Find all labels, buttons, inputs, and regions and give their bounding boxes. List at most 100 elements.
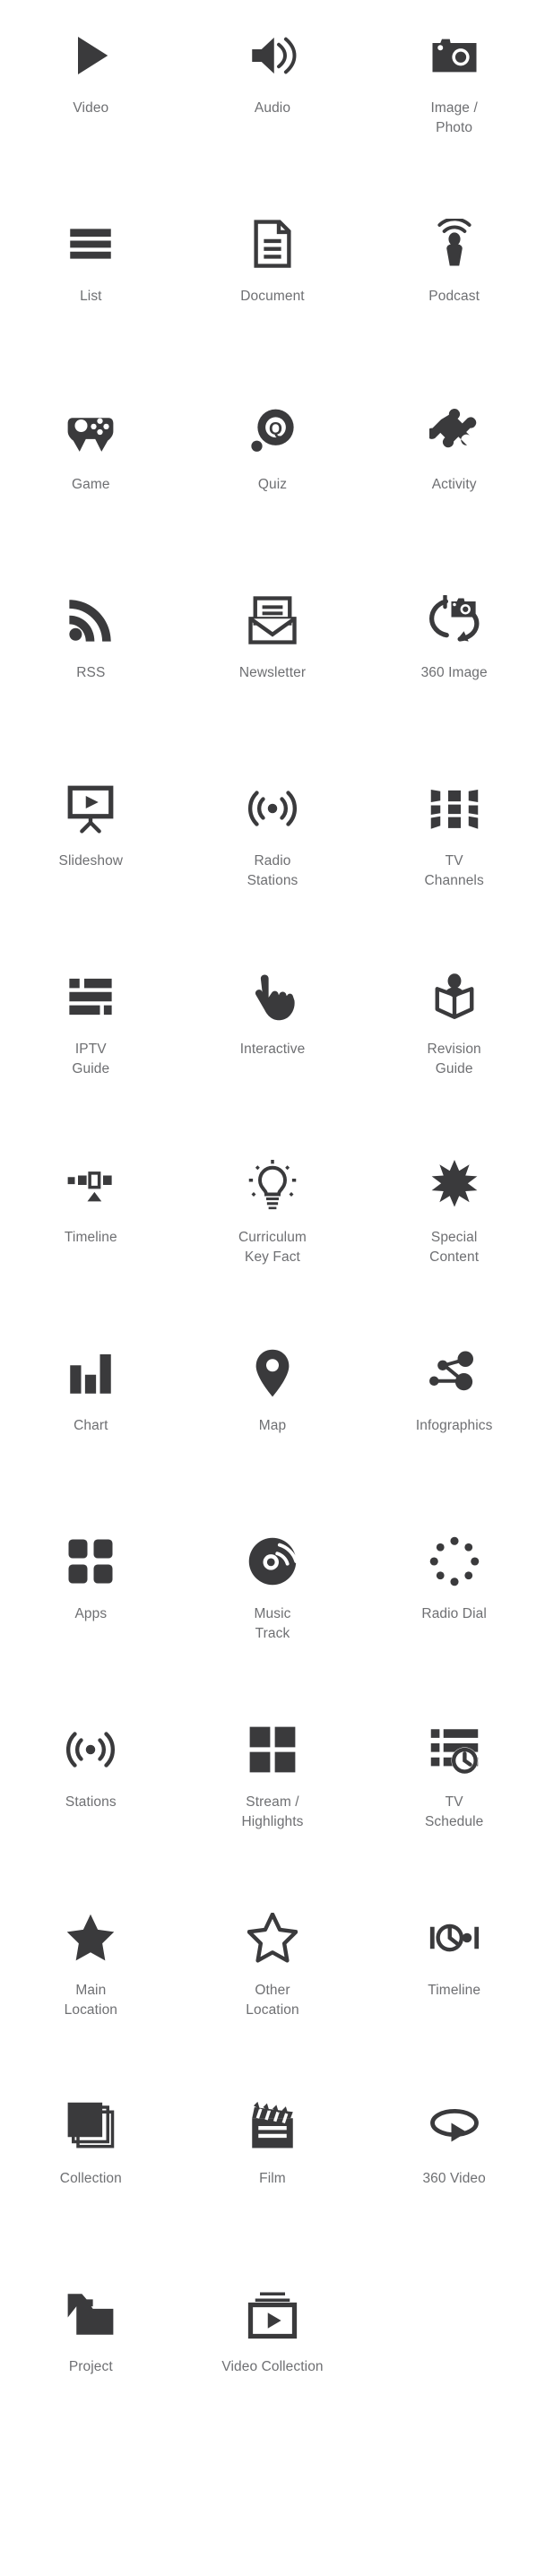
- icon-cell-activity[interactable]: Activity: [363, 389, 545, 577]
- icon-label: Radio Dial: [421, 1606, 487, 1621]
- camera-360-icon: [422, 588, 487, 653]
- icon-cell-360-video[interactable]: 360 Video: [363, 2083, 545, 2271]
- camera-icon: [422, 23, 487, 88]
- broadcast-waves-icon: [58, 1717, 123, 1782]
- document-page-icon: [240, 212, 305, 276]
- icon-label: Infographics: [415, 1418, 493, 1433]
- podcast-microphone-icon: [422, 212, 487, 276]
- icon-cell-curriculum-key-fact[interactable]: Curriculum Key Fact: [182, 1142, 364, 1330]
- icon-label: Interactive: [239, 1042, 306, 1057]
- icon-cell-map[interactable]: Map: [182, 1330, 364, 1518]
- icon-cell-radio-dial[interactable]: Radio Dial: [363, 1518, 545, 1707]
- icon-label: Image / Photo: [430, 100, 478, 135]
- icon-label: Chart: [74, 1418, 108, 1433]
- icon-cell-revision-guide[interactable]: Revision Guide: [363, 954, 545, 1142]
- icon-cell-special-content[interactable]: Special Content: [363, 1142, 545, 1330]
- icon-cell-stream-highlights[interactable]: Stream / Highlights: [182, 1707, 364, 1895]
- icon-cell-game[interactable]: Game: [0, 389, 182, 577]
- icon-label: Film: [259, 2171, 286, 2186]
- icon-label: Timeline: [64, 1230, 117, 1245]
- icon-cell-iptv-guide[interactable]: IPTV Guide: [0, 954, 182, 1142]
- icon-cell-podcast[interactable]: Podcast: [363, 201, 545, 389]
- icon-cell-slideshow[interactable]: Slideshow: [0, 765, 182, 954]
- radio-dial-dots-icon: [422, 1529, 487, 1594]
- starburst-icon: [422, 1153, 487, 1217]
- apps-rounded-squares-icon: [58, 1529, 123, 1594]
- icon-cell-collection[interactable]: Collection: [0, 2083, 182, 2271]
- icon-cell-other-location[interactable]: Other Location: [182, 1895, 364, 2083]
- folder-icon: [58, 2282, 123, 2347]
- icon-label: Project: [68, 2359, 113, 2374]
- icon-label: Stream / Highlights: [241, 1794, 304, 1829]
- icon-label: Timeline: [428, 1983, 481, 1998]
- clapperboard-icon: [240, 2094, 305, 2158]
- clock-timeline-icon: [422, 1906, 487, 1970]
- icon-cell-radio-stations[interactable]: Radio Stations: [182, 765, 364, 954]
- speaker-waves-icon: [240, 23, 305, 88]
- play-triangle-icon: [58, 23, 123, 88]
- icon-cell-timeline[interactable]: Timeline: [0, 1142, 182, 1330]
- icon-label: Main Location: [64, 1983, 118, 2018]
- icon-label: Slideshow: [58, 853, 124, 869]
- icon-label: Collection: [59, 2171, 122, 2186]
- icon-label: Special Content: [429, 1230, 480, 1265]
- node-network-icon: [422, 1341, 487, 1405]
- icon-label: Quiz: [257, 477, 288, 492]
- icon-label: Curriculum Key Fact: [238, 1230, 307, 1265]
- icon-cell-audio[interactable]: Audio: [182, 13, 364, 201]
- puzzle-piece-icon: [422, 400, 487, 464]
- icon-cell-interactive[interactable]: Interactive: [182, 954, 364, 1142]
- icon-label: Video Collection: [221, 2359, 324, 2374]
- list-bars-icon: [58, 212, 123, 276]
- icon-label: Newsletter: [238, 665, 307, 680]
- icon-cell-newsletter[interactable]: Newsletter: [182, 577, 364, 765]
- icon-label: Revision Guide: [427, 1042, 481, 1076]
- icon-cell-tv-schedule[interactable]: TV Schedule: [363, 1707, 545, 1895]
- broadcast-waves-icon: [240, 776, 305, 841]
- icon-label: 360 Video: [422, 2171, 486, 2186]
- icon-label: IPTV Guide: [72, 1042, 110, 1076]
- icon-cell-list[interactable]: List: [0, 201, 182, 389]
- icon-cell-document[interactable]: Document: [182, 201, 364, 389]
- icon-cell-image-photo[interactable]: Image / Photo: [363, 13, 545, 201]
- icon-label: Activity: [431, 477, 477, 492]
- iptv-guide-blocks-icon: [58, 964, 123, 1029]
- icon-label: Apps: [74, 1606, 108, 1621]
- icon-label: Map: [258, 1418, 287, 1433]
- icon-label: Audio: [254, 100, 291, 116]
- icon-cell-apps[interactable]: Apps: [0, 1518, 182, 1707]
- icon-cell-chart[interactable]: Chart: [0, 1330, 182, 1518]
- icon-cell-video[interactable]: Video: [0, 13, 182, 201]
- icon-label: Video: [73, 100, 109, 116]
- newsletter-envelope-icon: [240, 588, 305, 653]
- icon-cell-timeline[interactable]: Timeline: [363, 1895, 545, 2083]
- icon-label: TV Channels: [424, 853, 484, 888]
- icon-cell-tv-channels[interactable]: TV Channels: [363, 765, 545, 954]
- star-outline-icon: [240, 1906, 305, 1970]
- vinyl-disc-icon: [240, 1529, 305, 1594]
- icon-cell-film[interactable]: Film: [182, 2083, 364, 2271]
- four-squares-icon: [240, 1717, 305, 1782]
- gamepad-icon: [58, 400, 123, 464]
- icon-cell-360-image[interactable]: 360 Image: [363, 577, 545, 765]
- icon-label: Music Track: [254, 1606, 291, 1641]
- map-pin-icon: [240, 1341, 305, 1405]
- video-collection-icon: [240, 2282, 305, 2347]
- video-360-orbit-icon: [422, 2094, 487, 2158]
- icon-label: Podcast: [428, 289, 480, 304]
- icon-cell-rss[interactable]: RSS: [0, 577, 182, 765]
- icon-label: RSS: [76, 665, 106, 680]
- tv-channels-grid-icon: [422, 776, 487, 841]
- icon-cell-video-collection[interactable]: Video Collection: [182, 2271, 364, 2459]
- icon-cell-main-location[interactable]: Main Location: [0, 1895, 182, 2083]
- bar-chart-icon: [58, 1341, 123, 1405]
- icon-cell-infographics[interactable]: Infographics: [363, 1330, 545, 1518]
- pointing-hand-icon: [240, 964, 305, 1029]
- icon-cell-quiz[interactable]: Quiz: [182, 389, 364, 577]
- icon-cell-project[interactable]: Project: [0, 2271, 182, 2459]
- quiz-q-circle-icon: [240, 400, 305, 464]
- icon-cell-music-track[interactable]: Music Track: [182, 1518, 364, 1707]
- rss-feed-icon: [58, 588, 123, 653]
- icon-label: List: [80, 289, 102, 304]
- icon-cell-stations[interactable]: Stations: [0, 1707, 182, 1895]
